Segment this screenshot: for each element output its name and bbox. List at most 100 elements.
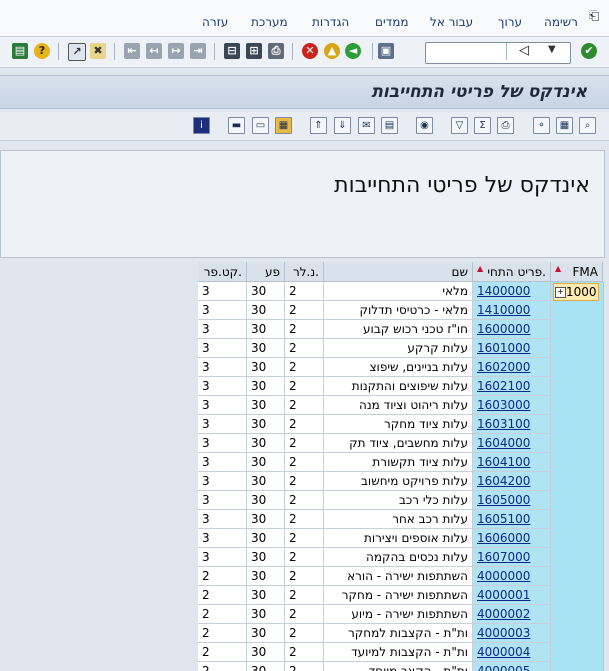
item-link[interactable]: 4000000 <box>477 569 530 583</box>
save-icon[interactable]: ▣ <box>378 43 394 59</box>
menu-goto[interactable]: עבור אל <box>430 15 473 29</box>
table-row[interactable]: 1604000 עלות מחשבים, ציוד תק 2 30 3 <box>0 434 609 453</box>
item-link[interactable]: 4000001 <box>477 588 530 602</box>
column-header-name-label: שם <box>451 265 468 279</box>
item-link[interactable]: 1604100 <box>477 455 530 469</box>
filter-icon[interactable]: ▽ <box>451 117 468 134</box>
table-row[interactable]: 4000002 השתתפות ישירה - מיוע 2 30 2 <box>0 605 609 624</box>
column-header-level[interactable]: נ.לר. <box>285 262 324 282</box>
item-link[interactable]: 1410000 <box>477 303 530 317</box>
graphic-icon[interactable]: ▦ <box>556 117 573 134</box>
menu-system[interactable]: מערכת <box>251 15 288 29</box>
sort-desc-icon[interactable]: ⇓ <box>334 117 351 134</box>
item-link[interactable]: 4000005 <box>477 664 530 671</box>
hierarchy-icon[interactable]: ⚬ <box>533 117 550 134</box>
new-session-icon[interactable]: ↗ <box>68 43 86 61</box>
cell-level: 2 <box>285 472 324 491</box>
column-header-cat[interactable]: קט.פר. <box>198 262 247 282</box>
column-header-pa[interactable]: פע <box>247 262 285 282</box>
table-row[interactable]: 4000005 ות"ת - הקצב מיוחד 2 30 2 <box>0 662 609 671</box>
exit-icon[interactable]: ▲ <box>324 43 340 59</box>
enter-icon[interactable]: ◁ <box>516 43 532 59</box>
table-row[interactable]: 1605000 עלות כלי רכב 2 30 3 <box>0 491 609 510</box>
toolbar-separator <box>114 43 115 60</box>
last-page-icon[interactable]: ⇥ <box>190 43 206 59</box>
menu-help[interactable]: עזרה <box>202 15 228 29</box>
cell-item: 1607000 <box>473 548 551 567</box>
item-link[interactable]: 1605000 <box>477 493 530 507</box>
cell-level: 2 <box>285 548 324 567</box>
table-row[interactable]: 1400000 מלאי 2 30 3 <box>0 282 609 301</box>
item-link[interactable]: 1604000 <box>477 436 530 450</box>
layout-icon[interactable]: ▦ <box>275 117 292 134</box>
item-link[interactable]: 1605100 <box>477 512 530 526</box>
table-row[interactable]: 1602100 עלות שיפוצים והתקנות 2 30 3 <box>0 377 609 396</box>
item-link[interactable]: 1600000 <box>477 322 530 336</box>
item-link[interactable]: 1603100 <box>477 417 530 431</box>
choose-layout-icon[interactable]: ⌕ <box>579 117 596 134</box>
table-row[interactable]: 1604200 עלות פרויקט מיחשוב 2 30 3 <box>0 472 609 491</box>
cell-level: 2 <box>285 453 324 472</box>
column-header-fma[interactable]: ▲ FMA <box>551 262 603 282</box>
item-link[interactable]: 4000003 <box>477 626 530 640</box>
item-link[interactable]: 1606000 <box>477 531 530 545</box>
column-header-item[interactable]: ▲ פריט התחי. <box>473 262 551 282</box>
first-page-icon[interactable]: ⇤ <box>124 43 140 59</box>
table-row[interactable]: 1605100 עלות רכב אחר 2 30 3 <box>0 510 609 529</box>
print-preview-icon[interactable]: ⎙ <box>497 117 514 134</box>
table-row[interactable]: 1603100 עלות ציוד מחקר 2 30 3 <box>0 415 609 434</box>
next-page-icon[interactable]: ↦ <box>168 43 184 59</box>
table-row[interactable]: 1600000 חו"ז טכני רכוש קבוע 2 30 3 <box>0 320 609 339</box>
table-row[interactable]: 1602000 עלות בניינים, שיפוצ 2 30 3 <box>0 358 609 377</box>
table-row[interactable]: 4000004 ות"ת - הקצבות למיועד 2 30 2 <box>0 643 609 662</box>
dropdown-icon[interactable]: ▼ <box>548 44 556 55</box>
menu-edit[interactable]: ערוך <box>498 15 522 29</box>
cell-name: עלות ציוד תקשורת <box>324 453 473 472</box>
deselect-all-icon[interactable]: ▭ <box>252 117 269 134</box>
table-row[interactable]: 4000001 השתתפות ישירה - מחקר 2 30 2 <box>0 586 609 605</box>
item-link[interactable]: 1603000 <box>477 398 530 412</box>
item-link[interactable]: 1601000 <box>477 341 530 355</box>
table-row[interactable]: 1410000 מלאי - כרטיסי תדלוק 2 30 3 <box>0 301 609 320</box>
back-icon[interactable]: ◄ <box>345 43 361 59</box>
item-link[interactable]: 1602000 <box>477 360 530 374</box>
mail-icon[interactable]: ✉ <box>358 117 375 134</box>
cancel-icon[interactable]: ✕ <box>302 43 318 59</box>
local-file-icon[interactable]: ▤ <box>381 117 398 134</box>
details-icon[interactable]: i <box>193 117 210 134</box>
item-link[interactable]: 1604200 <box>477 474 530 488</box>
item-link[interactable]: 4000002 <box>477 607 530 621</box>
table-row[interactable]: 4000003 ות"ת - הקצבות למחקר 2 30 2 <box>0 624 609 643</box>
sort-asc-icon[interactable]: ⇑ <box>310 117 327 134</box>
column-header-name[interactable]: שם <box>324 262 473 282</box>
subtotal-icon[interactable]: Σ <box>474 117 491 134</box>
table-row[interactable]: 4000000 השתתפות ישירה - הורא 2 30 2 <box>0 567 609 586</box>
item-link[interactable]: 1400000 <box>477 284 530 298</box>
item-link[interactable]: 4000004 <box>477 645 530 659</box>
menu-dimensions[interactable]: ממדים <box>375 15 409 29</box>
find-next-icon[interactable]: ⊞ <box>246 43 262 59</box>
help-icon[interactable]: ? <box>34 43 50 59</box>
item-link[interactable]: 1602100 <box>477 379 530 393</box>
customize-icon[interactable]: ▤ <box>12 43 28 59</box>
shortcut-icon[interactable]: ✖ <box>90 43 106 59</box>
table-row[interactable]: 1607000 עלות נכסים בהקמה 2 30 3 <box>0 548 609 567</box>
check-icon[interactable]: ✔ <box>581 43 597 59</box>
info-icon[interactable]: ◉ <box>416 117 433 134</box>
window-menu-icon[interactable]: ⎗ <box>589 10 605 24</box>
table-row[interactable]: 1604100 עלות ציוד תקשורת 2 30 3 <box>0 453 609 472</box>
menu-settings[interactable]: הגדרות <box>312 15 349 29</box>
table-row[interactable]: 1606000 עלות אוספים ויצירות 2 30 3 <box>0 529 609 548</box>
table-row[interactable]: 1601000 עלות קרקע 2 30 3 <box>0 339 609 358</box>
cell-cat: 2 <box>198 662 247 671</box>
table-row[interactable]: 1603000 עלות ריהוט וציוד מנה 2 30 3 <box>0 396 609 415</box>
find-icon[interactable]: ⊟ <box>224 43 240 59</box>
menu-list[interactable]: רשימה <box>544 15 578 29</box>
print-icon[interactable]: ⎙ <box>268 43 284 59</box>
cell-level: 2 <box>285 377 324 396</box>
cell-name: מלאי <box>324 282 473 301</box>
item-link[interactable]: 1607000 <box>477 550 530 564</box>
prev-page-icon[interactable]: ↤ <box>146 43 162 59</box>
cell-item: 1604100 <box>473 453 551 472</box>
select-all-icon[interactable]: ▬ <box>228 117 245 134</box>
